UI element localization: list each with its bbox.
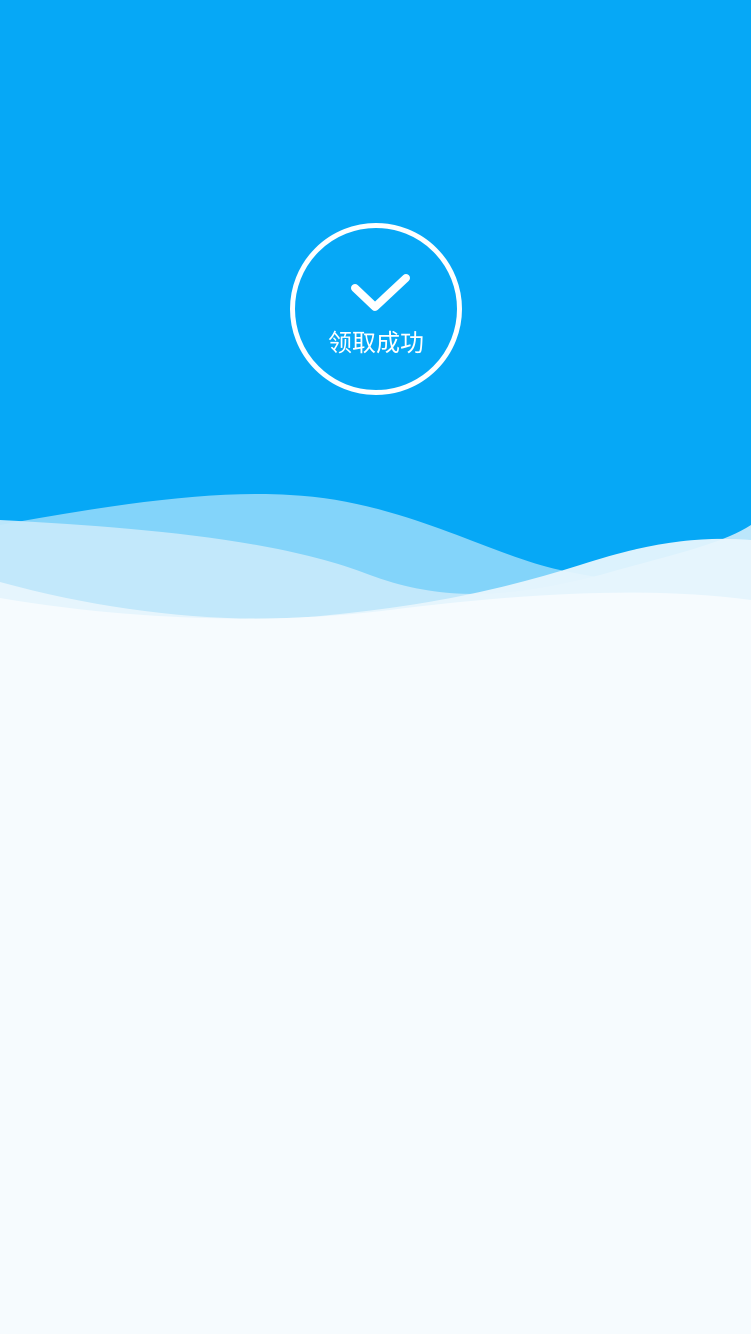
content-area [0, 640, 751, 1334]
success-page: 领取成功 [0, 0, 751, 1334]
check-icon [351, 274, 410, 311]
success-label: 领取成功 [328, 329, 424, 357]
success-badge: 领取成功 [290, 223, 462, 395]
